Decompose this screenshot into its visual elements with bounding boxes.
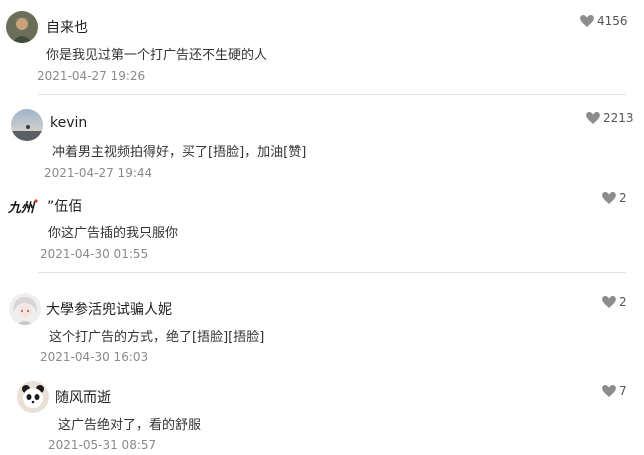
avatar-sky-icon	[11, 109, 43, 141]
comment-text: 冲着男主视频拍得好，买了[捂脸]，加油[赞]	[52, 145, 307, 160]
avatar-panda-icon	[17, 381, 49, 413]
avatar-photo-icon	[6, 11, 38, 43]
like-button[interactable]: 4156	[580, 14, 628, 28]
like-count: 7	[619, 384, 627, 398]
like-button[interactable]: 2213	[586, 111, 634, 125]
comment-text: 这广告绝对了，看的舒服	[58, 418, 202, 433]
user-avatar[interactable]	[11, 109, 43, 141]
like-count: 4156	[597, 14, 628, 28]
comment-timestamp: 2021-04-30 01:55	[40, 247, 149, 261]
user-avatar[interactable]	[17, 381, 49, 413]
comment-timestamp: 2021-04-27 19:26	[37, 69, 146, 83]
heart-icon	[602, 296, 616, 308]
heart-icon	[602, 385, 616, 397]
user-avatar[interactable]	[9, 293, 41, 325]
avatar-calligraphy-icon: 九州	[7, 199, 38, 216]
heart-icon	[586, 112, 600, 124]
user-avatar[interactable]	[6, 11, 38, 43]
comment-timestamp: 2021-04-30 16:03	[40, 350, 149, 364]
comment-username[interactable]: 自来也	[46, 17, 88, 37]
comment-timestamp: 2021-04-27 19:44	[44, 166, 153, 180]
divider	[38, 94, 626, 95]
avatar-calligraphy-text: 九州	[7, 200, 36, 216]
like-count: 2	[619, 191, 627, 205]
user-avatar[interactable]: 九州	[6, 190, 38, 222]
heart-icon	[602, 192, 616, 204]
comment-timestamp: 2021-05-31 08:57	[48, 438, 157, 452]
like-button[interactable]: 2	[602, 191, 627, 205]
like-count: 2	[619, 295, 627, 309]
comment-username[interactable]: ”伍佰	[47, 196, 82, 216]
comment-username[interactable]: kevin	[50, 115, 87, 131]
comment-username[interactable]: 随风而逝	[55, 387, 111, 407]
like-button[interactable]: 2	[602, 295, 627, 309]
avatar-anime-icon	[9, 293, 41, 325]
like-count: 2213	[603, 111, 634, 125]
comment-text: 这个打广告的方式，绝了[捂脸][捂脸]	[49, 330, 265, 345]
heart-icon	[580, 15, 594, 27]
comment-text: 你这广告插的我只服你	[48, 226, 179, 241]
comment-username[interactable]: 大學参活兜试骗人妮	[46, 299, 172, 319]
comment-text: 你是我见过第一个打广告还不生硬的人	[46, 48, 268, 63]
divider	[38, 272, 626, 273]
like-button[interactable]: 7	[602, 384, 627, 398]
